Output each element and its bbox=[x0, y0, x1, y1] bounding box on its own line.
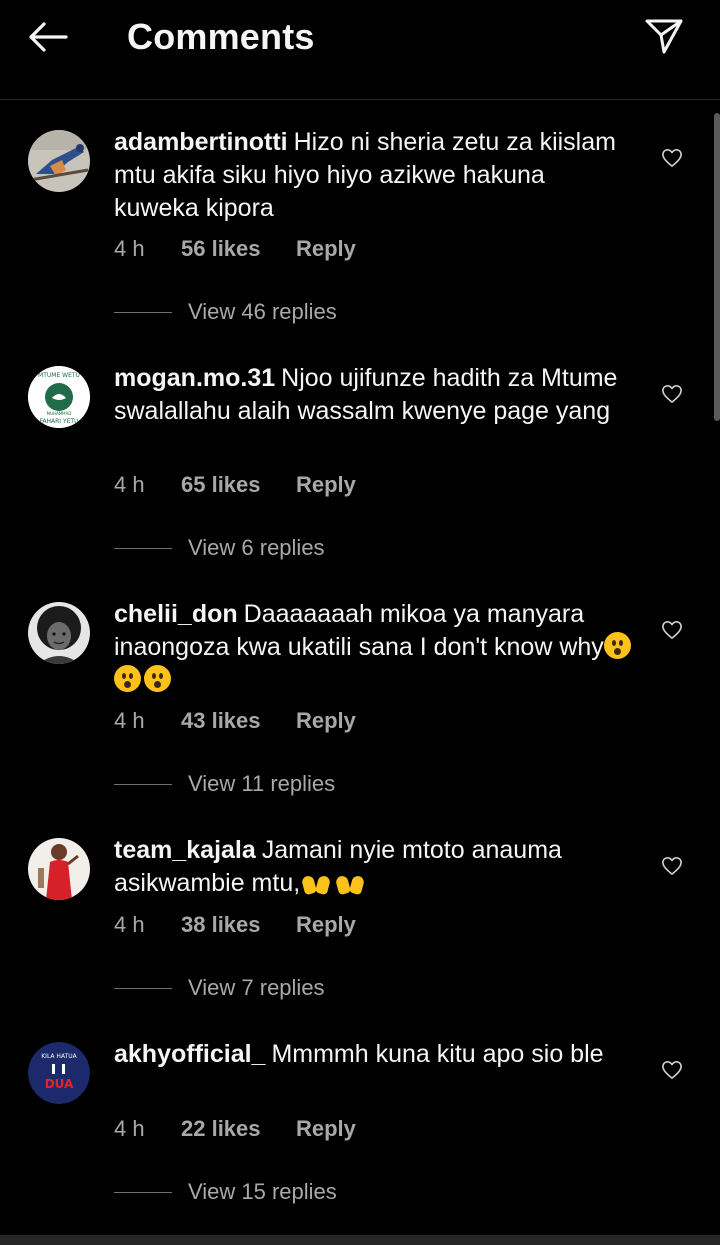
replies-divider bbox=[114, 783, 172, 785]
like-button[interactable] bbox=[658, 144, 686, 172]
comment-text: adambertinotti Hizo ni sheria zetu za kii… bbox=[114, 126, 634, 225]
username[interactable]: mogan.mo.31 bbox=[114, 364, 275, 392]
view-replies-label: View 11 replies bbox=[188, 771, 336, 796]
avatar-logo-dua: KILA HATUA DUA bbox=[28, 1042, 90, 1104]
avatar[interactable] bbox=[28, 602, 90, 664]
bottom-edge-bar bbox=[0, 1235, 720, 1245]
reply-button[interactable]: Reply bbox=[296, 1116, 356, 1142]
avatar[interactable] bbox=[28, 838, 90, 900]
avatar-photo-red-dress bbox=[28, 838, 90, 900]
view-replies-button[interactable]: View 46 replies bbox=[114, 299, 337, 325]
reply-button[interactable]: Reply bbox=[296, 236, 356, 262]
avatar-logo-mtume: MTUME WETU MUHAMMAD FAHARI YETU bbox=[28, 366, 90, 428]
reply-button[interactable]: Reply bbox=[296, 472, 356, 498]
heart-icon bbox=[662, 385, 682, 403]
avatar[interactable]: KILA HATUA DUA bbox=[28, 1042, 90, 1104]
view-replies-button[interactable]: View 11 replies bbox=[114, 771, 335, 797]
avatar[interactable] bbox=[28, 130, 90, 192]
like-count[interactable]: 43 likes bbox=[181, 708, 296, 734]
comment-time: 4 h bbox=[114, 472, 145, 497]
like-button[interactable] bbox=[658, 380, 686, 408]
comment-time: 4 h bbox=[114, 708, 145, 733]
reply-button[interactable]: Reply bbox=[296, 708, 356, 734]
heart-icon bbox=[662, 1061, 682, 1079]
comment-text: akhyofficial_ Mmmmh kuna kitu apo sio ble bbox=[114, 1038, 634, 1071]
view-replies-button[interactable]: View 6 replies bbox=[114, 535, 325, 561]
comment-time: 4 h bbox=[114, 912, 145, 937]
comment-time: 4 h bbox=[114, 1116, 145, 1141]
astonished-face-emoji-icon bbox=[144, 665, 171, 692]
replies-divider bbox=[114, 987, 172, 989]
view-replies-label: View 15 replies bbox=[188, 1179, 337, 1204]
heart-icon bbox=[662, 621, 682, 639]
avatar-logo-middle-text: MUHAMMAD bbox=[47, 411, 72, 416]
view-replies-label: View 6 replies bbox=[188, 535, 325, 560]
avatar-photo-portrait bbox=[28, 602, 90, 664]
like-button[interactable] bbox=[658, 1056, 686, 1084]
heart-icon bbox=[662, 149, 682, 167]
comment-text: chelii_don Daaaaaaah mikoa ya manyara ina… bbox=[114, 598, 634, 697]
username[interactable]: team_kajala bbox=[114, 836, 256, 864]
back-button[interactable] bbox=[26, 18, 70, 56]
view-replies-label: View 46 replies bbox=[188, 299, 337, 324]
comment-text: team_kajala Jamani nyie mtoto anauma asik… bbox=[114, 834, 634, 900]
avatar-logo-bottom-text: DUA bbox=[45, 1077, 74, 1091]
replies-divider bbox=[114, 311, 172, 313]
replies-divider bbox=[114, 547, 172, 549]
comment-meta: 4 h 56 likes Reply bbox=[114, 236, 356, 262]
replies-divider bbox=[114, 1191, 172, 1193]
avatar-photo-bird bbox=[28, 130, 90, 192]
avatar-logo-top-text: KILA HATUA bbox=[41, 1053, 77, 1060]
like-count[interactable]: 56 likes bbox=[181, 236, 296, 262]
avatar-logo-top-text: MTUME WETU bbox=[38, 372, 80, 379]
page-title: Comments bbox=[127, 16, 315, 57]
comment-meta: 4 h 38 likes Reply bbox=[114, 912, 356, 938]
avatar-logo-bottom-text: FAHARI YETU bbox=[40, 418, 79, 425]
like-button[interactable] bbox=[658, 616, 686, 644]
raising-hands-emoji-icon bbox=[300, 870, 332, 894]
avatar[interactable]: MTUME WETU MUHAMMAD FAHARI YETU bbox=[28, 366, 90, 428]
astonished-face-emoji-icon bbox=[603, 632, 631, 659]
username[interactable]: adambertinotti bbox=[114, 128, 288, 156]
view-replies-button[interactable]: View 15 replies bbox=[114, 1179, 337, 1205]
comment-meta: 4 h 22 likes Reply bbox=[114, 1116, 356, 1142]
raising-hands-emoji-icon bbox=[334, 870, 366, 894]
view-replies-label: View 7 replies bbox=[188, 975, 325, 1000]
comment-meta: 4 h 43 likes Reply bbox=[114, 708, 356, 734]
view-replies-button[interactable]: View 7 replies bbox=[114, 975, 325, 1001]
astonished-face-emoji-icon bbox=[114, 665, 141, 692]
scrollbar[interactable] bbox=[714, 113, 720, 421]
username[interactable]: akhyofficial_ bbox=[114, 1040, 265, 1068]
comment-text: mogan.mo.31 Njoo ujifunze hadith za Mtume… bbox=[114, 362, 634, 428]
like-count[interactable]: 22 likes bbox=[181, 1116, 296, 1142]
header-bar: Comments bbox=[0, 0, 720, 100]
like-count[interactable]: 65 likes bbox=[181, 472, 296, 498]
username[interactable]: chelii_don bbox=[114, 600, 238, 628]
comment-content: Mmmmh kuna kitu apo sio ble bbox=[271, 1040, 604, 1068]
comment-meta: 4 h 65 likes Reply bbox=[114, 472, 356, 498]
comment-time: 4 h bbox=[114, 236, 145, 261]
like-button[interactable] bbox=[658, 852, 686, 880]
share-button[interactable] bbox=[642, 14, 686, 58]
heart-icon bbox=[662, 857, 682, 875]
reply-button[interactable]: Reply bbox=[296, 912, 356, 938]
like-count[interactable]: 38 likes bbox=[181, 912, 296, 938]
paper-plane-icon bbox=[645, 19, 683, 54]
arrow-left-icon bbox=[29, 22, 68, 52]
